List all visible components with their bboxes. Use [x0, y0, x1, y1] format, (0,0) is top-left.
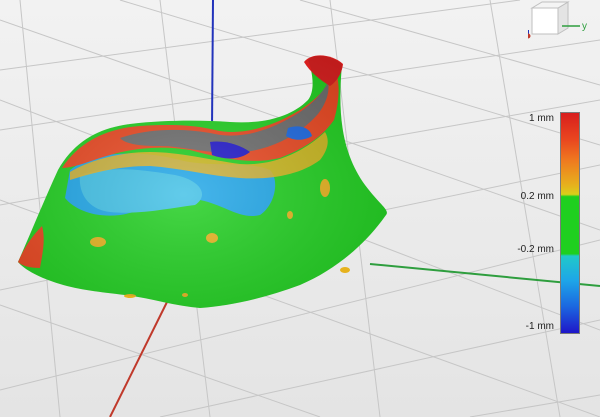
3d-viewport[interactable]: y 1 mm 0.2 mm -0.2 mm -1 mm [0, 0, 600, 417]
view-cube-icon[interactable]: y [528, 0, 588, 42]
z-axis-line [211, 0, 214, 129]
deviation-scene[interactable] [0, 0, 600, 417]
legend-label-min: -1 mm [525, 321, 554, 332]
x-axis-dot [528, 33, 531, 39]
legend-label-lower-tol: -0.2 mm [517, 244, 554, 255]
x-axis-line [109, 299, 169, 417]
legend-label-upper-tol: 0.2 mm [520, 191, 554, 202]
legend-label-max: 1 mm [529, 113, 554, 124]
part-shading [18, 55, 387, 309]
deviation-color-bar [560, 112, 580, 334]
view-cube-y-label: y [582, 21, 587, 32]
